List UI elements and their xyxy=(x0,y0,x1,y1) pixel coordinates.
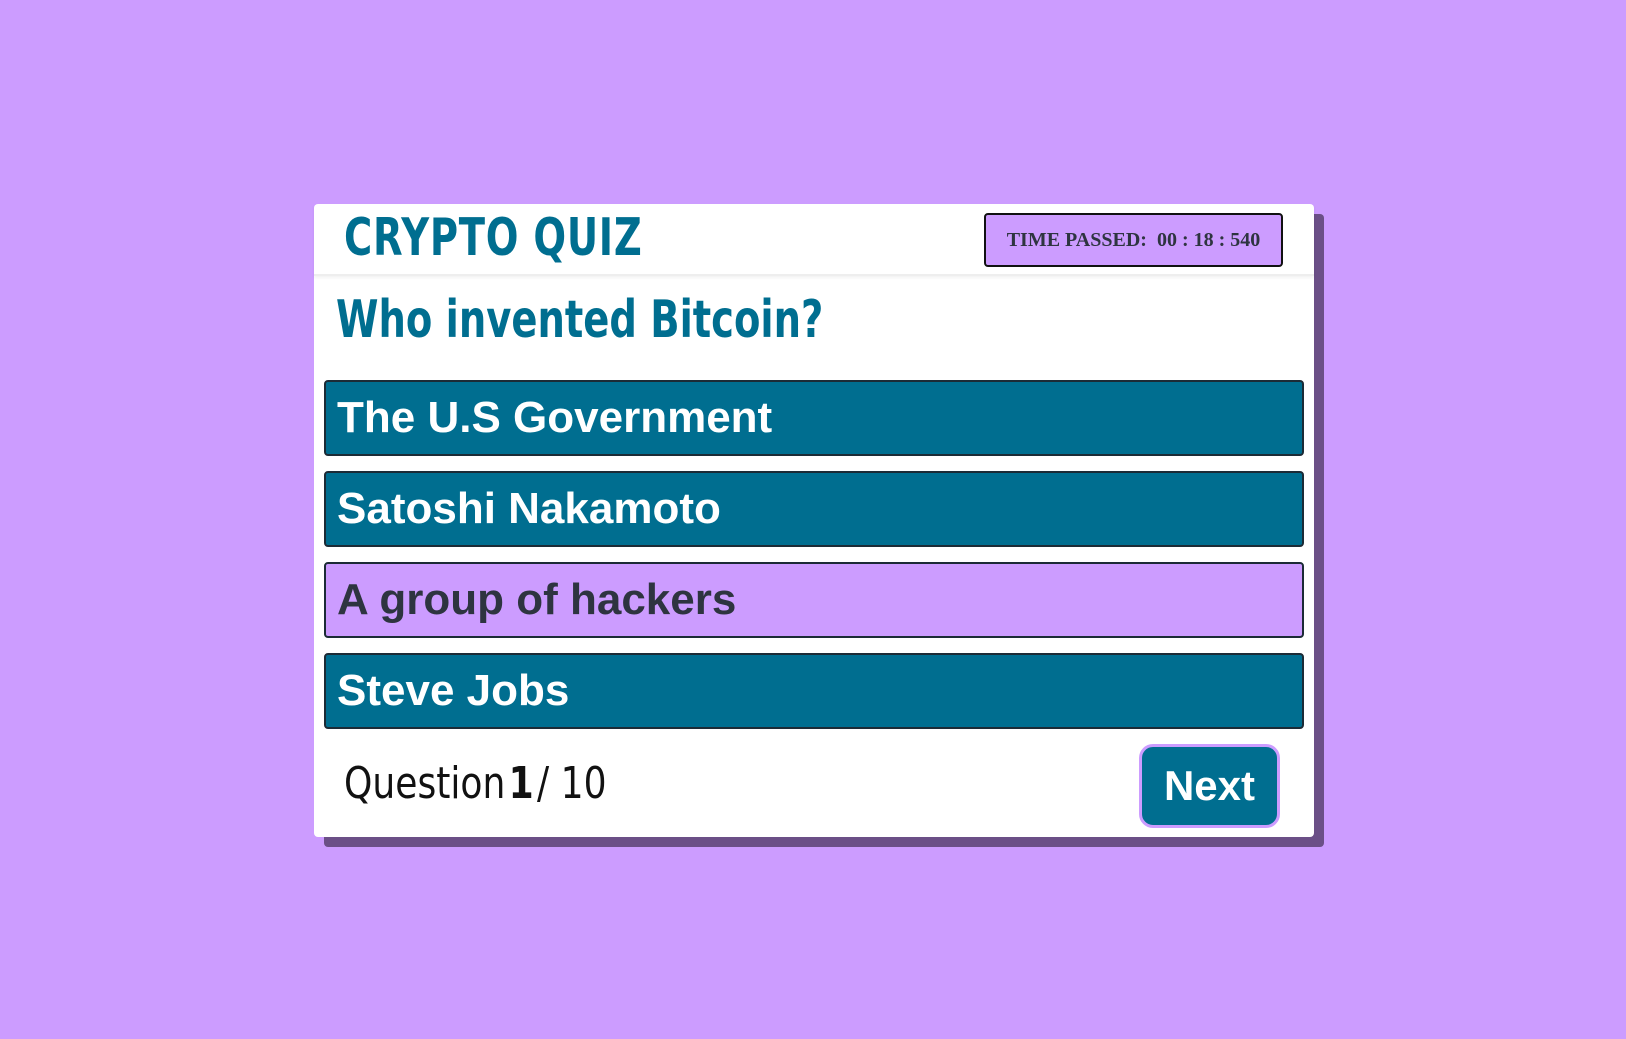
timer-milliseconds: 540 xyxy=(1230,228,1261,251)
counter-separator: / xyxy=(537,758,550,809)
answer-option-4[interactable]: Steve Jobs xyxy=(324,653,1304,729)
total-questions: 10 xyxy=(560,758,607,809)
next-button[interactable]: Next xyxy=(1139,744,1280,828)
question-text: Who invented Bitcoin? xyxy=(336,290,824,350)
timer-display: TIME PASSED: 00 : 18 : 540 xyxy=(984,213,1283,267)
timer-label: TIME PASSED: xyxy=(1006,228,1147,251)
answer-option-2[interactable]: Satoshi Nakamoto xyxy=(324,471,1304,547)
answer-options: The U.S Government Satoshi Nakamoto A gr… xyxy=(324,380,1304,744)
timer-seconds: 18 xyxy=(1193,228,1214,251)
answer-option-1[interactable]: The U.S Government xyxy=(324,380,1304,456)
quiz-title: CRYPTO QUIZ xyxy=(344,208,643,268)
quiz-card: CRYPTO QUIZ TIME PASSED: 00 : 18 : 540 W… xyxy=(314,204,1314,837)
quiz-header: CRYPTO QUIZ TIME PASSED: 00 : 18 : 540 xyxy=(314,204,1314,276)
timer-minutes: 00 xyxy=(1156,228,1177,251)
current-question-number: 1 xyxy=(508,758,534,809)
question-counter: Question1/ 10 xyxy=(344,756,607,812)
answer-option-3[interactable]: A group of hackers xyxy=(324,562,1304,638)
counter-label: Question xyxy=(344,758,506,809)
